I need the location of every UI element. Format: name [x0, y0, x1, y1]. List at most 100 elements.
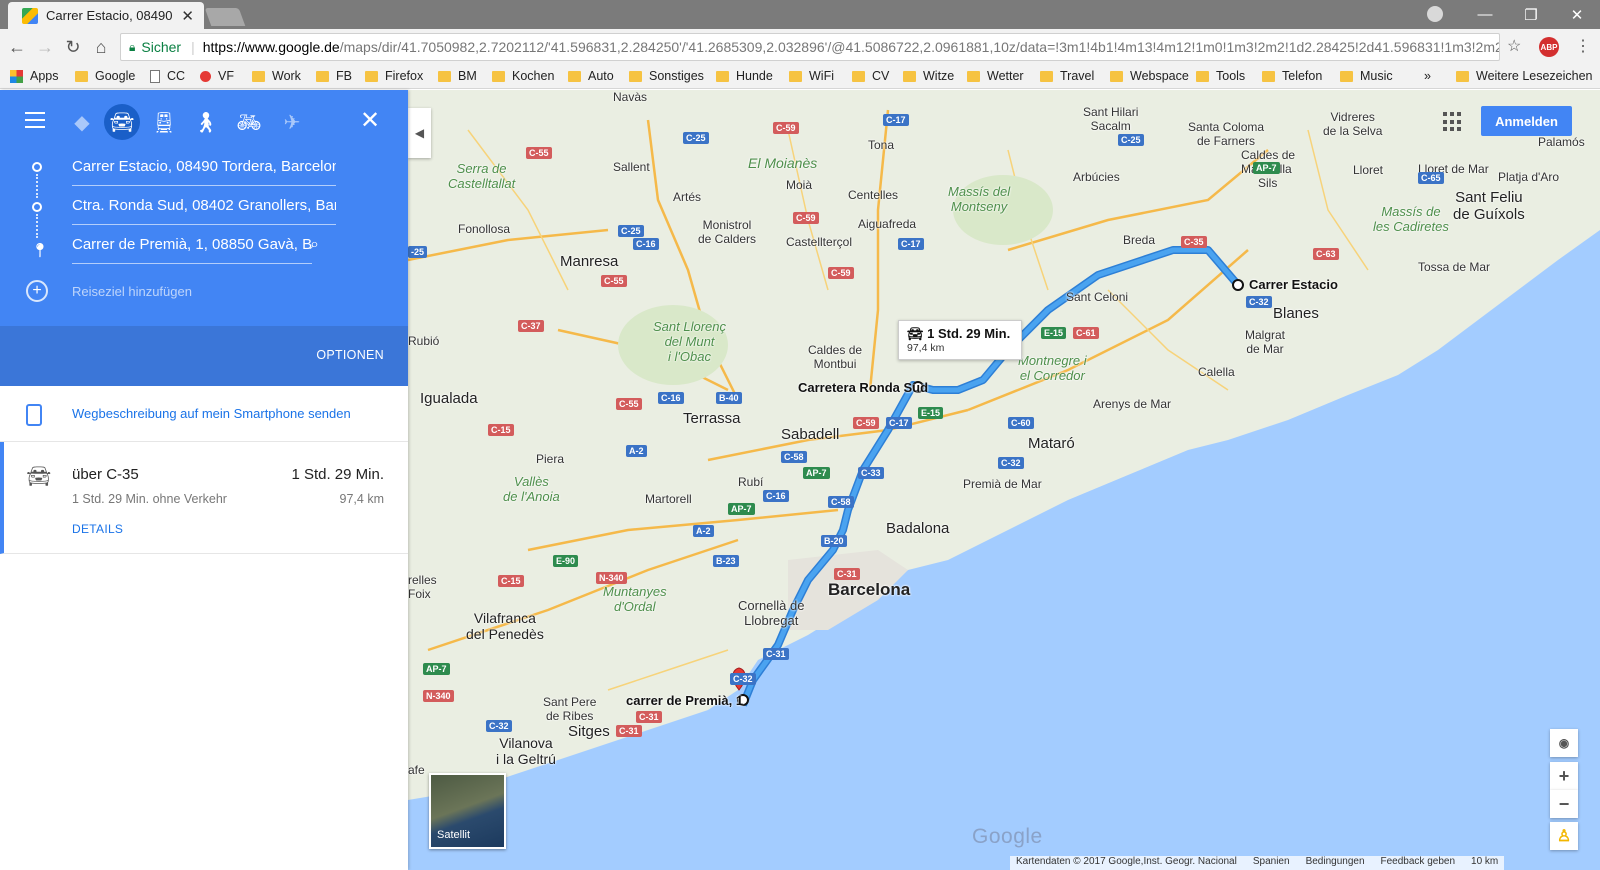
bookmark-webspace[interactable]: Webspace	[1110, 69, 1189, 83]
place-label: Aiguafreda	[858, 217, 917, 231]
home-icon[interactable]: ⌂	[90, 36, 112, 58]
place-label: Breda	[1123, 233, 1156, 247]
bookmark-google[interactable]: Google	[75, 69, 135, 83]
adblock-icon[interactable]: ABP	[1539, 37, 1559, 57]
tab-close-icon[interactable]: ✕	[181, 7, 194, 25]
my-location-icon[interactable]: ◉	[1550, 729, 1578, 757]
road-shield: C-32	[1246, 296, 1272, 308]
road-shield: C-63	[1313, 248, 1339, 260]
waypoint-input[interactable]: Ctra. Ronda Sud, 08402 Granollers, Barc	[72, 197, 336, 225]
bookmark-tools[interactable]: Tools	[1196, 69, 1245, 83]
menu-icon[interactable]	[25, 112, 45, 133]
bookmark-wetter[interactable]: Wetter	[967, 69, 1024, 83]
transit-mode-icon[interactable]: 🚆︎	[148, 106, 180, 138]
browser-tab[interactable]: Carrer Estacio, 08490 Tor ✕	[8, 2, 204, 29]
bookmark-witze[interactable]: Witze	[903, 69, 954, 83]
bookmark-hunde[interactable]: Hunde	[716, 69, 773, 83]
footer-region[interactable]: Spanien	[1253, 856, 1290, 870]
bookmark-vf[interactable]: VF	[200, 69, 234, 83]
close-directions-icon[interactable]: ✕	[360, 106, 380, 135]
map-canvas[interactable]: Navàs Sallent Artés Fonollosa Manresa Se…	[408, 90, 1600, 870]
via-marker-label[interactable]: Carretera Ronda Sud	[798, 380, 928, 395]
minimize-icon[interactable]: —	[1462, 0, 1508, 29]
route-option[interactable]: 🚘︎ über C-35 1 Std. 29 Min. 1 Std. 29 Mi…	[0, 442, 408, 554]
bookmark-sonstiges[interactable]: Sonstiges	[629, 69, 704, 83]
road-shield: C-59	[828, 267, 854, 279]
bookmark-music[interactable]: Music	[1340, 69, 1393, 83]
place-label: Badalona	[886, 520, 950, 537]
address-bar[interactable]: 🔒︎ Sicher | https://www.google.de/maps/d…	[120, 33, 1500, 61]
bookmark-firefox[interactable]: Firefox	[365, 69, 423, 83]
bookmark-cc[interactable]: CC	[150, 69, 185, 83]
add-destination-label[interactable]: Reiseziel hinzufügen	[72, 284, 192, 299]
bookmark-cv[interactable]: CV	[852, 69, 889, 83]
directions-panel: ◆ 🚘︎ 🚆︎ 🚶︎ 🚲︎ ✈ ✕ 📍︎ Carrer Estacio, 084…	[0, 90, 408, 870]
road-shield: C-31	[834, 568, 860, 580]
place-label: Moià	[786, 178, 813, 192]
send-to-phone-row[interactable]: Wegbeschreibung auf mein Smartphone send…	[0, 386, 408, 442]
road-shield: AP-7	[803, 467, 830, 479]
bookmark-fb[interactable]: FB	[316, 69, 352, 83]
place-label: Barcelona	[828, 580, 911, 599]
bookmark-work[interactable]: Work	[252, 69, 301, 83]
zoom-in-button[interactable]: +	[1550, 762, 1578, 790]
footer-terms[interactable]: Bedingungen	[1306, 856, 1365, 870]
place-label: Premià de Mar	[963, 477, 1042, 491]
send-to-phone-icon	[26, 404, 42, 426]
bike-mode-icon[interactable]: 🚲︎	[233, 106, 265, 138]
collapse-panel-button[interactable]: ◀	[408, 108, 431, 158]
car-mode-icon[interactable]: 🚘︎	[104, 104, 140, 140]
best-route-icon[interactable]: ◆	[66, 106, 98, 138]
origin-input[interactable]: Carrer Estacio, 08490 Tordera, Barcelon	[72, 158, 336, 186]
bookmark-wifi[interactable]: WiFi	[789, 69, 834, 83]
reload-icon[interactable]: ↻	[62, 36, 84, 58]
search-icon[interactable]: ⌕	[310, 236, 319, 254]
profile-icon[interactable]	[1427, 6, 1443, 22]
restore-icon[interactable]: ❐	[1508, 0, 1554, 29]
pegman-icon[interactable]: ♙	[1550, 822, 1578, 850]
more-bookmarks-button[interactable]: »	[1424, 69, 1431, 83]
bookmark-telefon[interactable]: Telefon	[1262, 69, 1322, 83]
bookmark-kochen[interactable]: Kochen	[492, 69, 554, 83]
bookmark-other[interactable]: Weitere Lesezeichen	[1456, 69, 1593, 83]
destination-input[interactable]: Carrer de Premià, 1, 08850 Gavà, B	[72, 236, 312, 264]
place-label: relles Foix	[408, 573, 437, 601]
back-icon[interactable]: ←	[6, 36, 28, 58]
start-marker[interactable]	[1232, 279, 1244, 291]
signin-button[interactable]: Anmelden	[1481, 106, 1572, 136]
zoom-out-button[interactable]: −	[1550, 790, 1578, 818]
forward-icon[interactable]: →	[34, 36, 56, 58]
park-label: Vallès de l'Anoia	[503, 474, 560, 504]
road-shield: C-25	[683, 132, 709, 144]
place-label: afe	[408, 763, 425, 777]
flight-mode-icon[interactable]: ✈	[276, 106, 308, 138]
walk-mode-icon[interactable]: 🚶︎	[190, 106, 222, 138]
window-close-icon[interactable]: ✕	[1554, 0, 1600, 29]
bookmark-star-icon[interactable]: ☆	[1507, 36, 1521, 56]
options-button[interactable]: OPTIONEN	[316, 348, 384, 362]
send-to-phone-link[interactable]: Wegbeschreibung auf mein Smartphone send…	[72, 406, 351, 421]
place-label: Terrassa	[683, 410, 741, 427]
place-label: Sant Pere de Ribes	[543, 695, 597, 723]
end-marker-label[interactable]: carrer de Premià, 1	[626, 693, 743, 708]
footer-feedback[interactable]: Feedback geben	[1381, 856, 1456, 870]
road-shield: C-58	[781, 451, 807, 463]
bookmark-auto[interactable]: Auto	[568, 69, 614, 83]
start-marker-label[interactable]: Carrer Estacio	[1249, 277, 1338, 292]
add-destination-icon[interactable]: +	[26, 280, 48, 302]
new-tab-button[interactable]	[204, 8, 246, 26]
url-path: /maps/dir/41.7050982,2.7202112/'41.59683…	[339, 39, 1500, 55]
park-label: Sant Llorenç del Munt i l'Obac	[653, 319, 726, 364]
road-shield: C-58	[828, 496, 854, 508]
browser-menu-icon[interactable]: ⋮	[1575, 36, 1591, 56]
folder-icon	[316, 70, 329, 82]
details-link[interactable]: DETAILS	[72, 522, 123, 536]
bookmark-apps[interactable]: Apps	[10, 69, 59, 83]
road-shield: C-31	[616, 725, 642, 737]
google-apps-icon[interactable]	[1443, 112, 1463, 132]
route-callout[interactable]: 🚘︎ 1 Std. 29 Min. 97,4 km	[898, 320, 1022, 360]
place-label: Fonollosa	[458, 222, 511, 236]
bookmark-travel[interactable]: Travel	[1040, 69, 1094, 83]
bookmark-bm[interactable]: BM	[438, 69, 477, 83]
satellite-toggle[interactable]: Satellit	[429, 773, 506, 849]
